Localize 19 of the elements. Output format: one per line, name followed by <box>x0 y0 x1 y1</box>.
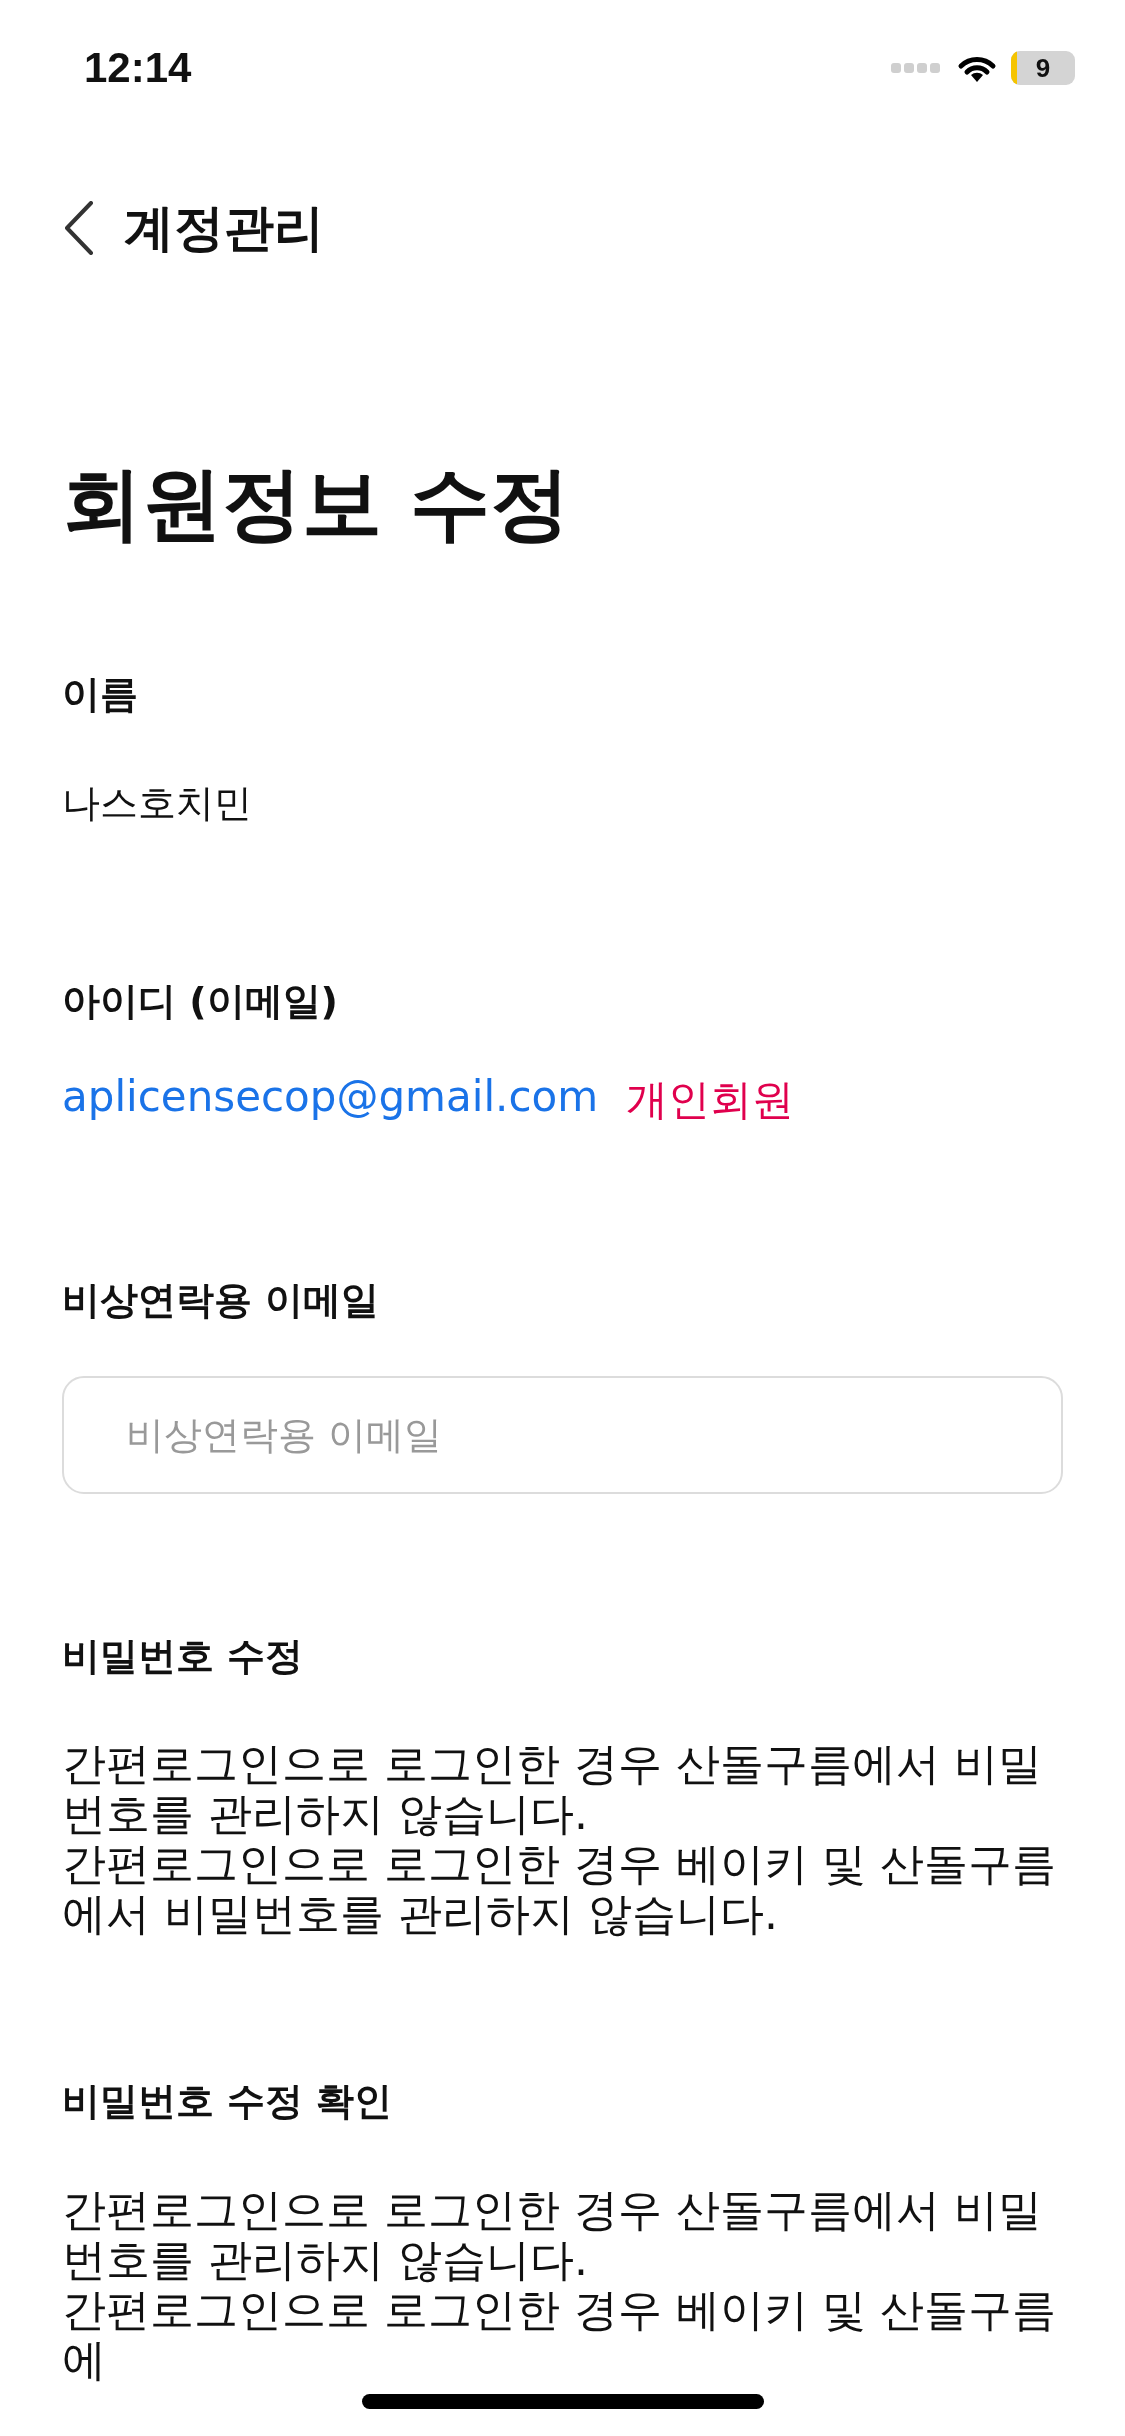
screen-title: 계정관리 <box>124 197 324 259</box>
notice-text: 간편로그인으로 로그인한 경우 베이키 및 산돌구름에서 비밀번호를 관리하지 않습니다. <box>62 1839 1057 1940</box>
notice-text: 간편로그인으로 로그인한 경우 베이키 및 산돌구름에 <box>62 2284 1057 2385</box>
field-label: 이름 <box>62 672 139 718</box>
field-label: 비상연락용 이메일 <box>62 1278 381 1324</box>
status-time: 12:14 <box>84 44 192 92</box>
field-label: 비밀번호 수정 확인 <box>62 2079 394 2125</box>
field-value: 나스호치민 <box>62 779 253 827</box>
page-title: 회원정보 수정 <box>61 456 571 552</box>
notice-text: 간편로그인으로 로그인한 경우 산돌구름에서 비밀번호를 관리하지 않습니다. <box>62 1739 1043 1840</box>
notice-text: 간편로그인으로 로그인한 경우 산돌구름에서 비밀번호를 관리하지 않습니다. <box>62 2184 1043 2285</box>
member-type: 개인회원 <box>626 1074 795 1127</box>
field-label: 아이디 (이메일) <box>62 978 339 1025</box>
field-label: 비밀번호 수정 <box>62 1633 305 1680</box>
battery-icon: 9 <box>1011 51 1075 85</box>
back-icon[interactable] <box>64 201 94 255</box>
signal-icon <box>891 61 943 75</box>
email-value: aplicensecop@gmail.com <box>62 1072 599 1124</box>
input-field[interactable]: 비상연락용 이메일 <box>62 1375 1063 1494</box>
